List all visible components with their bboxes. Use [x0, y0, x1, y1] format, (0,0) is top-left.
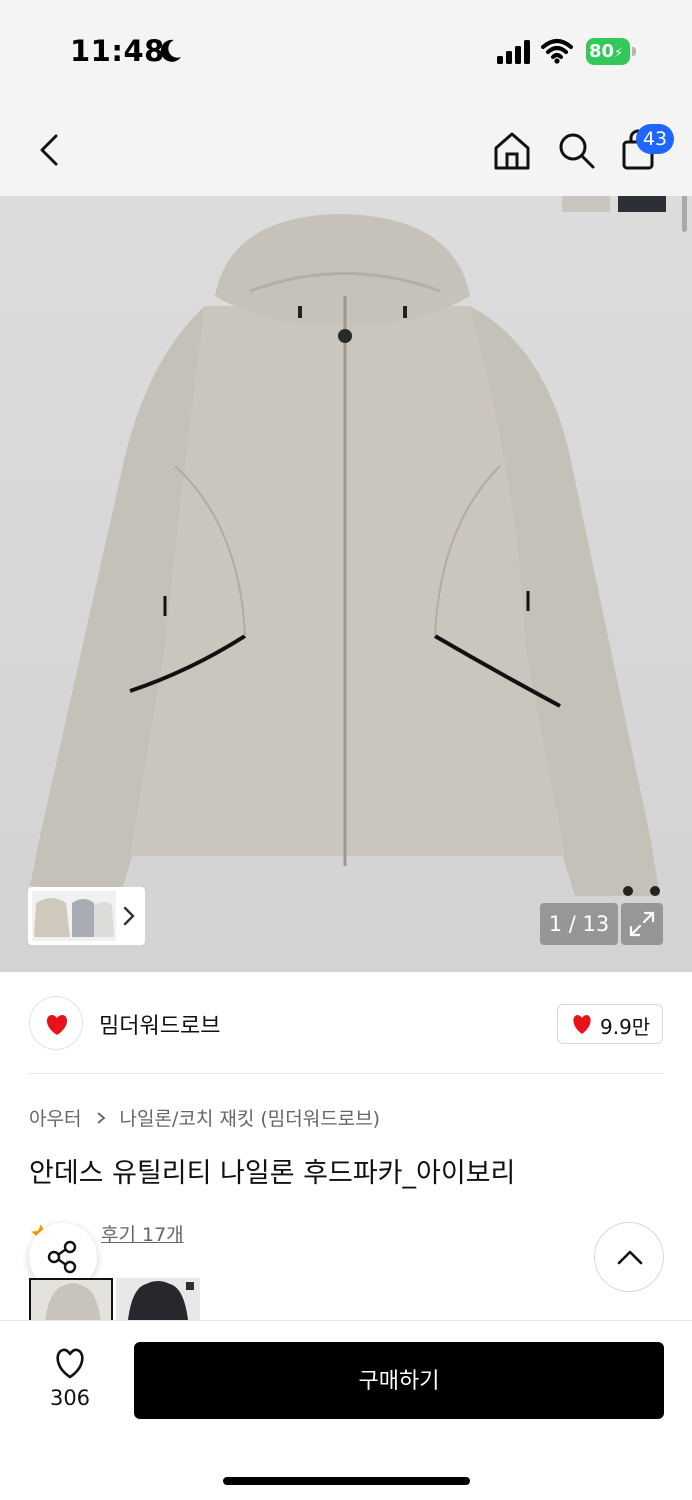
battery-icon: 80⚡: [586, 38, 636, 65]
battery-level: 80⚡: [586, 38, 630, 65]
expand-button[interactable]: [621, 903, 663, 945]
wish-count: 306: [49, 1386, 91, 1410]
color-option-black[interactable]: [116, 1278, 200, 1320]
product-title: 안데스 유틸리티 나일론 후드파카_아이보리: [29, 1158, 516, 1189]
scroll-indicator[interactable]: [682, 196, 687, 232]
expand-icon: [629, 911, 655, 937]
buy-button[interactable]: 구매하기: [134, 1342, 664, 1419]
status-bar: 11:48 80⚡: [0, 0, 692, 100]
heart-logo-icon: [46, 1015, 68, 1035]
brand-logo[interactable]: [29, 996, 83, 1050]
thumbnail-jackets: [32, 891, 116, 941]
jacket-photo: [30, 214, 660, 896]
heart-outline-icon[interactable]: [52, 1346, 88, 1380]
breadcrumb-category[interactable]: 아우터: [29, 1108, 81, 1130]
jacket-thumbnail: [45, 1283, 101, 1320]
breadcrumb: 아우터 나일론/코치 재킷 (밈더워드로브): [29, 1104, 380, 1131]
product-image-gallery[interactable]: [0, 196, 692, 972]
divider: [29, 1073, 664, 1074]
scroll-top-button[interactable]: [594, 1222, 664, 1292]
search-icon[interactable]: [552, 126, 600, 174]
breadcrumb-subcategory[interactable]: 나일론/코치 재킷 (밈더워드로브): [120, 1108, 381, 1130]
brand-like-count: 9.9만: [600, 1015, 651, 1039]
chevron-up-icon: [617, 1250, 643, 1265]
status-time: 11:48: [70, 34, 165, 68]
color-option-ivory[interactable]: [29, 1278, 113, 1320]
review-link[interactable]: 후기 17개: [101, 1220, 184, 1247]
cart-badge: 43: [636, 124, 674, 154]
signal-icon: [497, 40, 530, 64]
brand-name[interactable]: 밈더워드로브: [99, 1008, 220, 1040]
wifi-icon: [541, 39, 573, 64]
image-page-counter: 1 / 13: [540, 903, 618, 945]
back-icon[interactable]: [26, 126, 74, 174]
chevron-right-icon[interactable]: [122, 905, 136, 927]
home-icon[interactable]: [488, 126, 536, 174]
chevron-right-icon: [96, 1111, 105, 1124]
home-indicator: [223, 1477, 470, 1485]
moon-icon: [160, 39, 181, 62]
jacket-thumbnail: [128, 1281, 194, 1320]
heart-icon: [573, 1014, 591, 1034]
